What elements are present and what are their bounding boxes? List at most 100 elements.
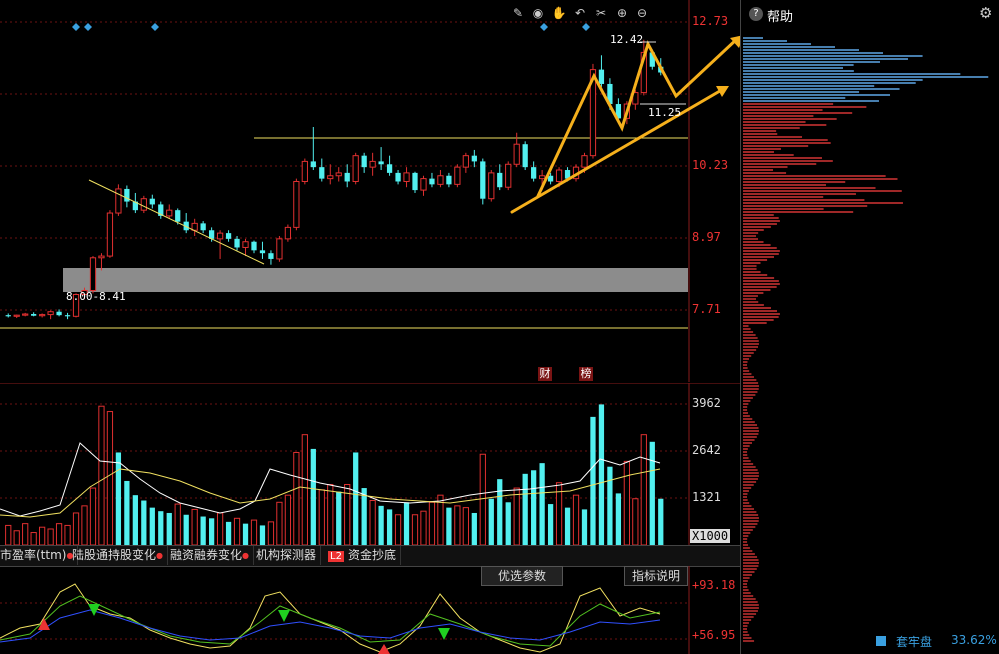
candle-body [293,180,300,228]
candle-body [386,164,393,173]
volume-bar [369,500,376,545]
candle-body [319,167,325,179]
volume-bars [5,404,664,545]
volume-bar [607,466,613,545]
volume-bar [454,505,461,545]
zoom-out-icon[interactable]: ⊖ [634,5,650,21]
tab-pe-ratio[interactable]: 市盈率(ttm)● [0,546,79,565]
settings-gear-icon[interactable]: ⚙ [979,4,992,22]
volume-bar [22,523,29,545]
volume-panel[interactable]: 3962 2642 1321 X1000 [0,383,740,545]
volume-bar [327,484,334,545]
volume-bar [446,507,452,545]
volume-bar [462,507,469,545]
volume-bar [488,498,494,545]
candle-body [310,161,316,168]
candle-body [251,241,257,251]
volume-bar [216,512,224,545]
volume-bar [505,502,511,545]
tab-northbound-holdings[interactable]: 陆股通持股变化● [68,546,168,565]
candle-body [140,198,147,211]
scissors-icon[interactable]: ✂ [593,5,609,21]
candle-body [106,212,114,257]
volume-bar [115,452,122,545]
low-price-label: 11.25 [648,106,682,119]
candle-body [361,155,367,168]
undo-icon[interactable]: ↶ [572,5,588,21]
volume-bar [632,498,639,545]
volume-bar [386,509,393,545]
volume-bar [284,494,292,545]
candle-body [47,311,54,316]
candle-body [56,311,62,316]
help-icon[interactable]: ? [749,7,763,21]
candle-body [480,161,486,199]
candle-body [378,161,384,165]
candle-body [335,172,342,177]
price-tick-1: 12.73 [692,14,729,28]
hand-icon[interactable]: ✋ [551,5,567,21]
volume-bar [615,493,622,545]
volume-bar [539,463,545,545]
down-signal-icon [278,610,290,622]
volume-bar [5,524,12,545]
candle-body [522,144,528,168]
indicator-tick-1: +93.18 [692,578,736,592]
volume-bar [64,524,71,545]
eye-icon[interactable]: ◉ [530,5,546,21]
candle-body [39,314,46,317]
volume-bar [531,470,537,545]
tab-margin-trading[interactable]: 融资融券变化● [166,546,254,565]
volume-bar [124,480,130,545]
volume-bar [497,479,503,545]
candle-body [276,238,283,260]
high-price-label: 12.42 [610,33,644,46]
volume-tick-3: 1321 [692,490,721,504]
help-title: 帮助 [767,10,794,25]
ranking-badge[interactable]: 榜 [579,367,593,381]
candle-body [200,223,206,231]
candle-body [89,257,97,291]
support-zone-label: 8.00-8.41 [66,290,126,303]
volume-bar [428,501,436,545]
pen-icon[interactable]: ✎ [510,5,526,21]
zoom-in-icon[interactable]: ⊕ [614,5,630,21]
candle-body [420,178,427,191]
finance-badge[interactable]: 财 [538,367,552,381]
optimize-params-button[interactable]: 优选参数 [481,566,563,586]
candle-body [13,314,20,317]
volume-bar [183,514,189,545]
volume-bar [403,502,410,545]
volume-bar [471,512,477,545]
volume-bar [572,494,580,545]
price-chart-panel[interactable]: ✎ ◉ ✋ ↶ ✂ ⊕ ⊖ 12.73 10.23 8.97 7.71 8.00… [0,0,740,382]
candle-body [64,315,71,317]
volume-bar [310,448,316,545]
volume-bar [132,495,138,545]
candle-body [395,172,401,182]
volume-bar [590,416,596,545]
candle-body [555,169,563,182]
volume-bar [55,523,63,545]
candle-body [505,163,512,188]
candle-body [547,175,554,182]
volume-bar [225,521,232,545]
price-chart[interactable] [0,0,740,382]
candle-body [531,167,537,179]
down-trendline [88,179,265,265]
candle-body [412,172,418,191]
indicator-panel[interactable]: 优选参数 指标说明 +93.18 +56.95 [0,566,740,654]
candle-body [454,166,461,185]
indicator-explain-button[interactable]: 指标说明 [624,566,688,586]
candle-body [513,143,520,165]
chip-distribution-panel[interactable]: ? 帮助 ⚙ 套牢盘 33.62% [740,0,999,654]
volume-bar [166,512,172,545]
volume-bar [174,503,181,545]
tab-institution-detector[interactable]: 机构探测器 [252,546,322,565]
volume-chart[interactable] [0,383,740,545]
candle-body [429,178,435,185]
candle-body [471,155,477,162]
candle-body [22,313,29,316]
candle-body [225,233,232,239]
tab-capital-bottom[interactable]: L2 资金抄底 [324,546,401,565]
